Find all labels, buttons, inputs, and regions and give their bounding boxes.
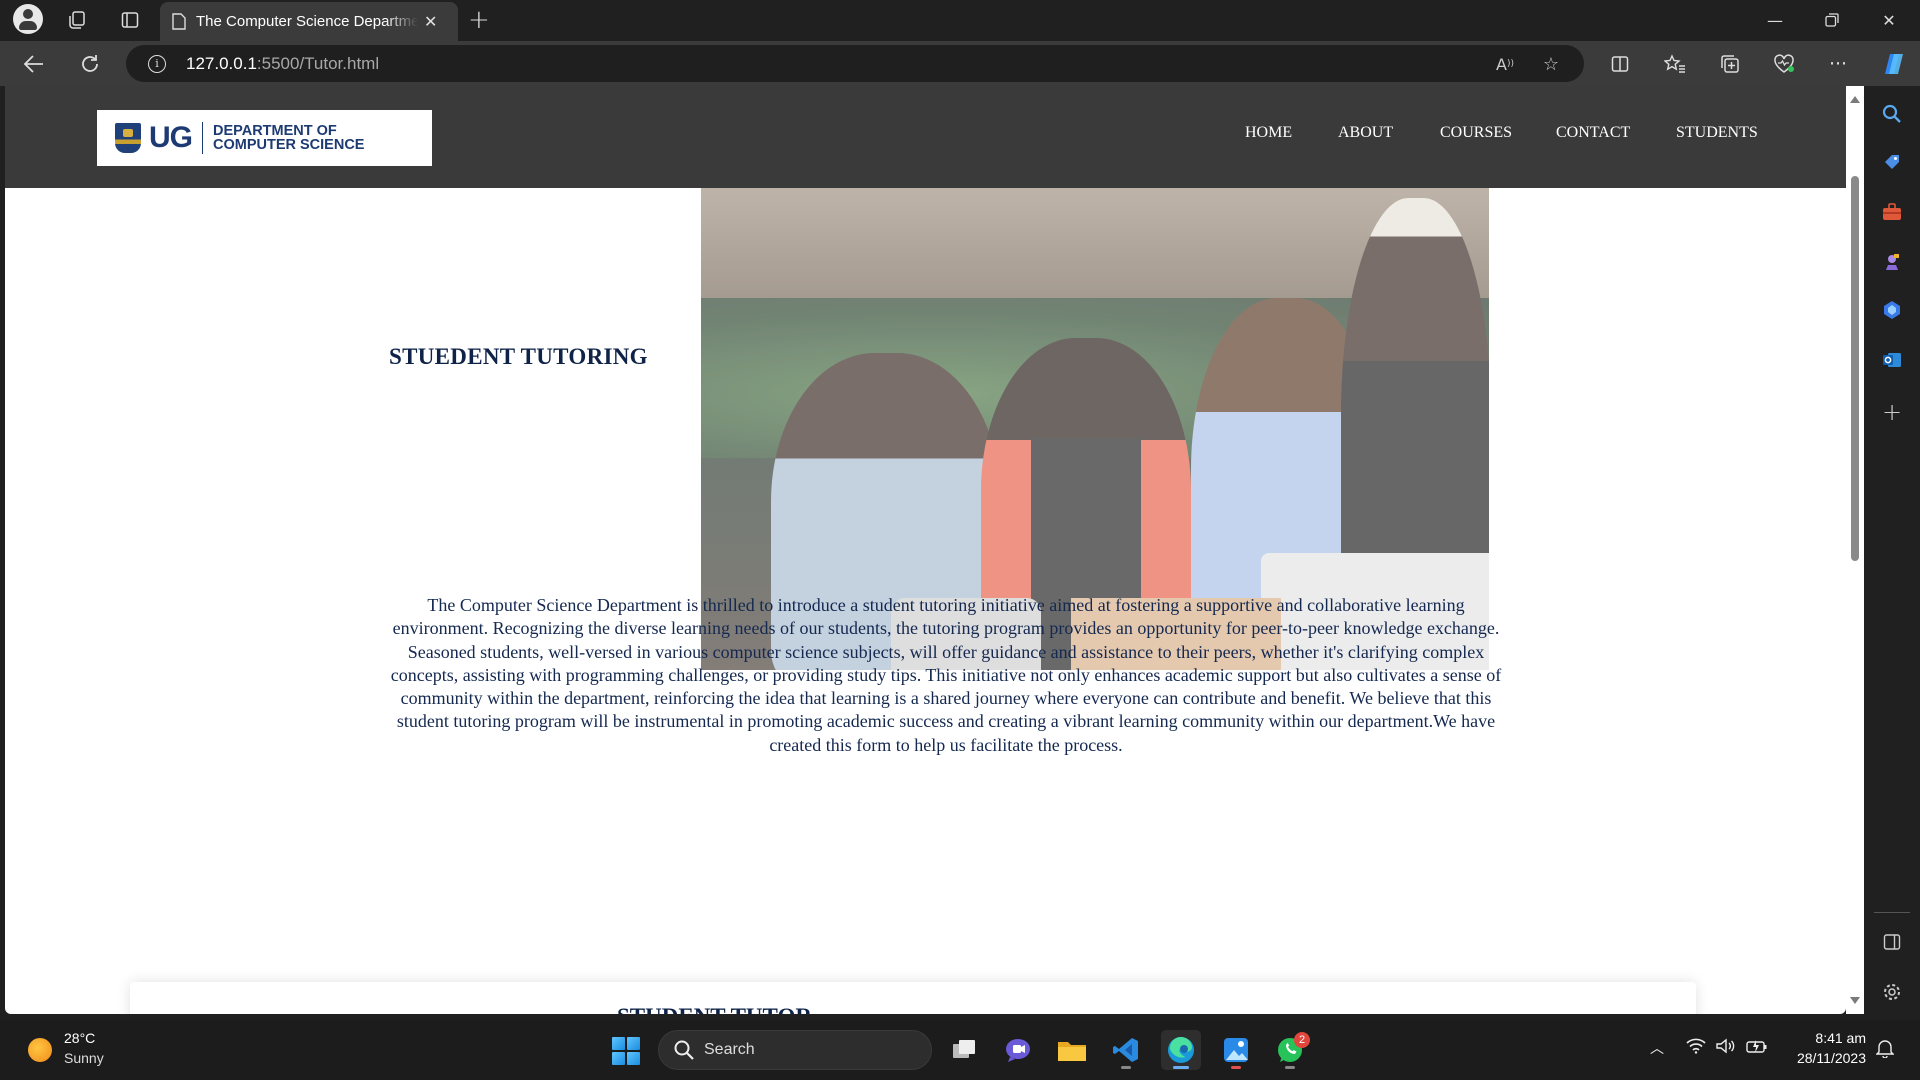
page-viewport: UG DEPARTMENT OF COMPUTER SCIENCE HOME A… xyxy=(5,86,1846,1014)
logo-ug-text: UG xyxy=(149,121,193,154)
url-text[interactable]: 127.0.0.1:5500/Tutor.html xyxy=(186,54,379,74)
site-info-icon[interactable]: i xyxy=(148,55,166,73)
clock-time[interactable]: 8:41 am xyxy=(1790,1030,1866,1046)
logo-separator xyxy=(202,122,203,154)
page-icon xyxy=(172,13,186,30)
weather-description[interactable]: Sunny xyxy=(64,1050,104,1066)
page-scrollbar[interactable] xyxy=(1846,86,1864,1014)
address-bar[interactable]: i 127.0.0.1:5500/Tutor.html A)) ☆ xyxy=(126,45,1584,82)
browser-tab[interactable]: The Computer Science Department ✕ xyxy=(160,2,458,41)
sidebar-divider xyxy=(1874,912,1910,913)
vertical-tabs-icon[interactable] xyxy=(116,8,144,32)
photos-running-indicator xyxy=(1231,1066,1241,1069)
nav-contact[interactable]: CONTACT xyxy=(1556,124,1630,142)
tab-title: The Computer Science Department xyxy=(196,13,418,30)
copilot-icon[interactable] xyxy=(1878,49,1910,79)
search-icon xyxy=(674,1040,694,1060)
sidebar-copilot-icon[interactable] xyxy=(1878,296,1906,324)
volume-icon[interactable] xyxy=(1716,1038,1736,1058)
browser-tab-bar: The Computer Science Department ✕ + — ✕ xyxy=(0,0,1920,41)
sidebar-tools-icon[interactable] xyxy=(1878,198,1906,226)
intro-paragraph: The Computer Science Department is thril… xyxy=(390,595,1502,755)
form-title: STUDENT TUTOR xyxy=(617,1004,812,1014)
vscode-icon[interactable] xyxy=(1106,1030,1146,1070)
photos-app-icon[interactable] xyxy=(1216,1030,1256,1070)
weather-temperature[interactable]: 28°C xyxy=(64,1030,95,1046)
close-window-icon[interactable]: ✕ xyxy=(1866,6,1912,34)
read-aloud-icon[interactable]: A)) xyxy=(1492,52,1518,76)
collections-icon[interactable] xyxy=(1714,49,1746,79)
file-explorer-icon[interactable] xyxy=(1052,1030,1092,1070)
sidebar-search-icon[interactable] xyxy=(1878,100,1906,128)
sidebar-outlook-icon[interactable] xyxy=(1878,346,1906,374)
scroll-down-icon[interactable] xyxy=(1850,997,1860,1004)
favorite-star-icon[interactable]: ☆ xyxy=(1538,52,1564,76)
workspaces-icon[interactable] xyxy=(63,8,91,32)
teams-chat-icon[interactable] xyxy=(998,1030,1038,1070)
tutor-form-card: STUDENT TUTOR xyxy=(130,982,1696,1014)
page-title: STUEDENT TUTORING xyxy=(389,344,648,369)
hide-sidebar-icon[interactable] xyxy=(1878,928,1906,956)
taskbar-search[interactable]: Search xyxy=(658,1030,932,1070)
restore-icon[interactable] xyxy=(1809,6,1855,34)
scroll-up-icon[interactable] xyxy=(1850,96,1860,103)
task-view-icon[interactable] xyxy=(944,1030,984,1070)
ug-crest-icon xyxy=(115,123,141,153)
profile-avatar-icon[interactable] xyxy=(13,4,43,34)
sidebar-add-icon[interactable]: + xyxy=(1878,398,1906,426)
whatsapp-badge: 2 xyxy=(1294,1032,1310,1048)
new-tab-icon[interactable]: + xyxy=(468,5,490,35)
weather-sun-icon[interactable] xyxy=(28,1038,52,1062)
sidebar-settings-icon[interactable] xyxy=(1878,978,1906,1006)
refresh-icon[interactable] xyxy=(74,49,106,79)
more-menu-icon[interactable]: ··· xyxy=(1822,49,1854,79)
start-button-icon[interactable] xyxy=(612,1037,640,1065)
whatsapp-running-indicator xyxy=(1285,1066,1295,1069)
edge-sidebar: + xyxy=(1864,86,1920,1020)
minimize-icon[interactable]: — xyxy=(1752,6,1798,34)
whatsapp-icon[interactable]: 2 xyxy=(1270,1030,1310,1070)
browser-toolbar: i 127.0.0.1:5500/Tutor.html A)) ☆ ··· xyxy=(0,41,1920,86)
logo-department-text: DEPARTMENT OF COMPUTER SCIENCE xyxy=(213,123,365,153)
nav-courses[interactable]: COURSES xyxy=(1440,124,1512,142)
nav-students[interactable]: STUDENTS xyxy=(1676,124,1758,142)
edge-browser-icon[interactable] xyxy=(1161,1030,1201,1070)
nav-about[interactable]: ABOUT xyxy=(1338,124,1393,142)
search-label: Search xyxy=(704,1041,755,1058)
back-icon[interactable] xyxy=(18,49,50,79)
tab-close-icon[interactable]: ✕ xyxy=(424,12,437,31)
split-screen-icon[interactable] xyxy=(1604,49,1636,79)
site-header: UG DEPARTMENT OF COMPUTER SCIENCE HOME A… xyxy=(5,86,1846,188)
vscode-running-indicator xyxy=(1121,1066,1131,1069)
browser-essentials-icon[interactable] xyxy=(1768,49,1800,79)
nav-home[interactable]: HOME xyxy=(1245,124,1292,142)
sidebar-games-icon[interactable] xyxy=(1878,248,1906,276)
department-logo[interactable]: UG DEPARTMENT OF COMPUTER SCIENCE xyxy=(97,110,432,166)
show-hidden-icons-icon[interactable]: ︿ xyxy=(1650,1038,1664,1058)
clock-date[interactable]: 28/11/2023 xyxy=(1780,1050,1866,1066)
windows-taskbar: 28°C Sunny Search 2 ︿ 8:41 am 28/11/2023 xyxy=(0,1020,1920,1080)
battery-icon[interactable] xyxy=(1746,1038,1768,1058)
scroll-thumb[interactable] xyxy=(1851,176,1859,561)
edge-active-indicator xyxy=(1173,1066,1189,1069)
notifications-bell-icon[interactable] xyxy=(1875,1038,1895,1062)
wifi-icon[interactable] xyxy=(1686,1038,1706,1058)
sidebar-shopping-icon[interactable] xyxy=(1878,148,1906,176)
favorites-icon[interactable] xyxy=(1659,49,1691,79)
